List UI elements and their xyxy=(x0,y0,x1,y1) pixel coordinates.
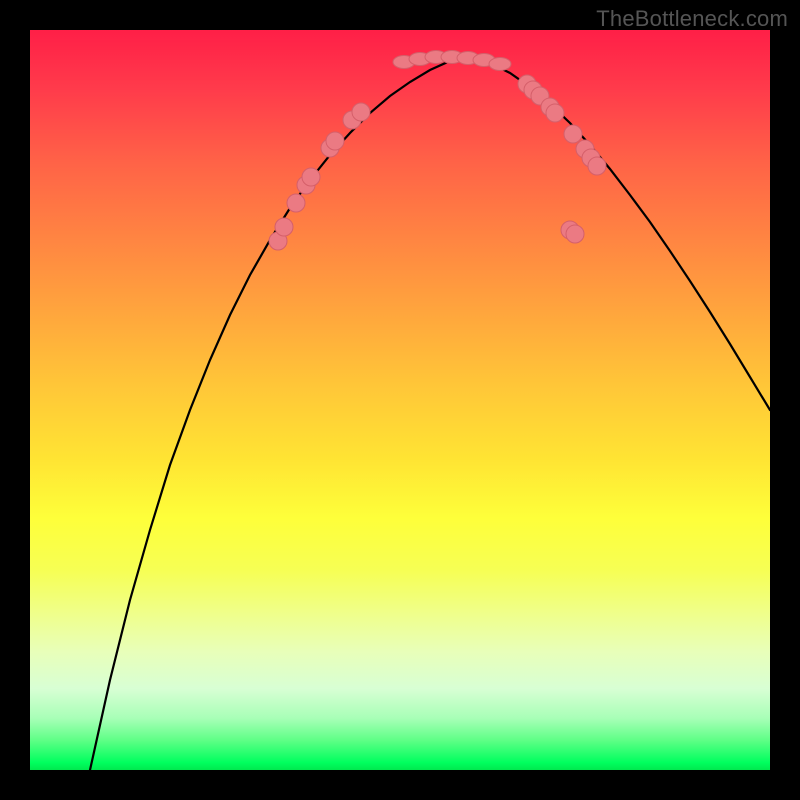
watermark-text: TheBottleneck.com xyxy=(596,6,788,32)
marker-dot xyxy=(588,157,606,175)
chart-frame: TheBottleneck.com xyxy=(0,0,800,800)
marker-dot xyxy=(302,168,320,186)
marker-dot xyxy=(564,125,582,143)
markers-left xyxy=(269,103,370,250)
marker-dot xyxy=(287,194,305,212)
bottleneck-curve xyxy=(90,58,770,770)
plot-area xyxy=(30,30,770,770)
markers-bottom xyxy=(393,51,511,71)
markers-right xyxy=(518,75,606,243)
curve-svg xyxy=(30,30,770,770)
marker-dot xyxy=(275,218,293,236)
marker-dot xyxy=(546,104,564,122)
marker-dot xyxy=(566,225,584,243)
marker-dot xyxy=(326,132,344,150)
marker-dot xyxy=(352,103,370,121)
marker-flat xyxy=(489,58,511,71)
